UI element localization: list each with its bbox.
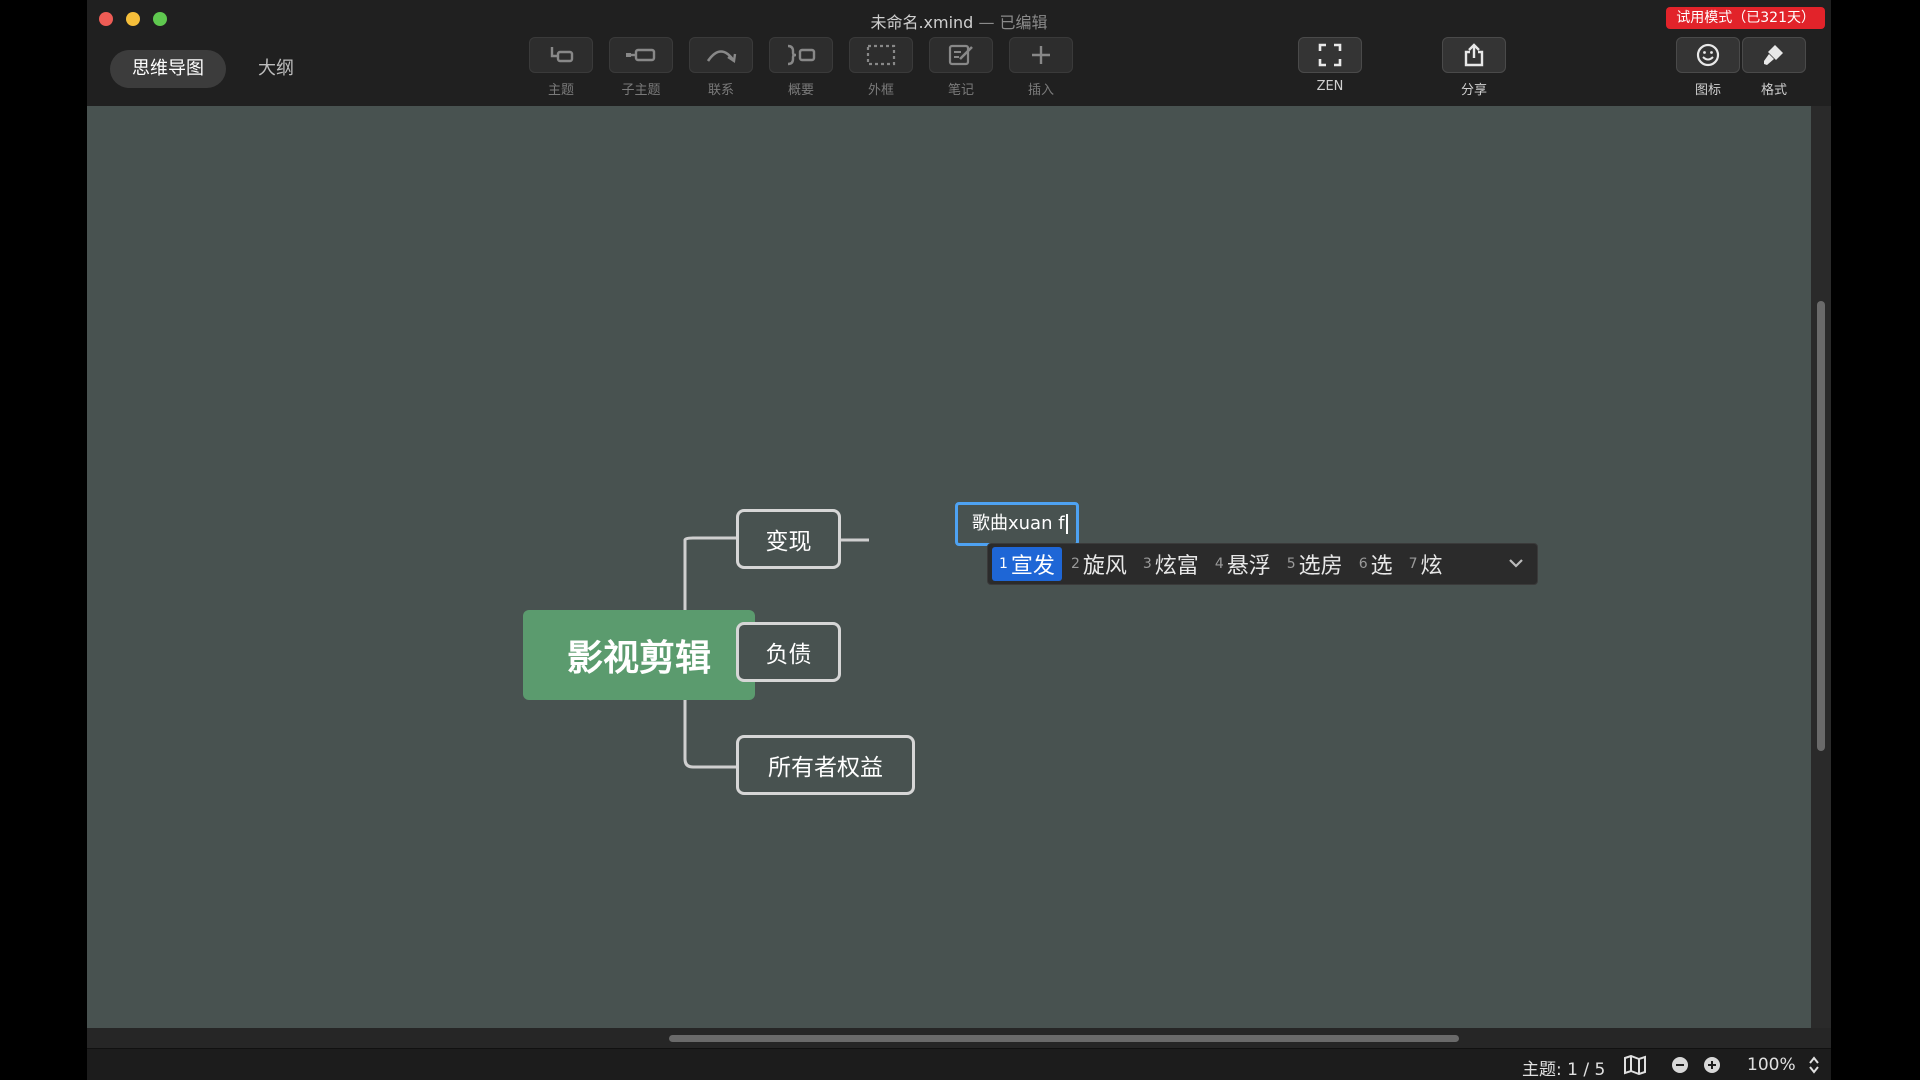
- relationship-icon: [706, 50, 737, 64]
- note-icon: [948, 44, 973, 66]
- topic-node[interactable]: 变现: [736, 509, 841, 569]
- zoom-out-icon[interactable]: [1671, 1056, 1689, 1074]
- zoom-stepper-icon[interactable]: [1807, 1055, 1821, 1075]
- boundary-tool[interactable]: 外框: [849, 37, 913, 98]
- insert-tool[interactable]: 插入: [1009, 37, 1073, 98]
- summary-bracket-icon: [787, 44, 816, 66]
- view-switcher: 思维导图 大纲: [110, 50, 316, 88]
- relationship-tool[interactable]: 联系: [689, 37, 753, 98]
- chevron-down-icon[interactable]: [1507, 554, 1525, 572]
- icon-panel-label: 图标: [1694, 83, 1721, 98]
- boundary-icon: [866, 44, 896, 66]
- vertical-scrollbar[interactable]: [1811, 106, 1831, 1028]
- boundary-tool-label: 外框: [867, 83, 894, 98]
- zen-tool[interactable]: ZEN: [1298, 37, 1362, 94]
- horizontal-scroll-thumb[interactable]: [669, 1035, 1459, 1042]
- book-map-icon[interactable]: [1623, 1055, 1647, 1075]
- brush-icon: [1764, 45, 1783, 65]
- status-bar: 主题: 1 / 5 100%: [87, 1048, 1831, 1080]
- icon-panel-tool[interactable]: 图标: [1676, 37, 1740, 98]
- tab-mindmap[interactable]: 思维导图: [110, 50, 226, 88]
- smiley-icon: [1696, 43, 1720, 67]
- edited-status: — 已编辑: [978, 13, 1048, 32]
- ime-candidate[interactable]: 4 悬浮: [1208, 547, 1278, 581]
- boundary-button[interactable]: [849, 37, 913, 73]
- ime-candidate[interactable]: 1 宣发: [992, 547, 1062, 581]
- titlebar: 未命名.xmind — 已编辑 试用模式（已321天） 思维导图 大纲 主题 子…: [87, 0, 1831, 107]
- topic-button[interactable]: [529, 37, 593, 73]
- zoom-level[interactable]: 100%: [1747, 1055, 1796, 1075]
- topic-node[interactable]: 负债: [736, 622, 841, 682]
- format-panel-label: 格式: [1760, 83, 1787, 98]
- note-tool[interactable]: 笔记: [929, 37, 993, 98]
- share-icon: [1464, 43, 1484, 67]
- connector-lines: [668, 536, 869, 769]
- share-tool[interactable]: 分享: [1442, 37, 1506, 98]
- relationship-button[interactable]: [689, 37, 753, 73]
- horizontal-scrollbar[interactable]: [87, 1028, 1831, 1048]
- share-button[interactable]: [1442, 37, 1506, 73]
- ime-candidate[interactable]: 5 选房: [1280, 547, 1350, 581]
- file-name: 未命名.xmind: [870, 13, 974, 32]
- topic-tool-label: 主题: [547, 83, 574, 98]
- zen-button[interactable]: [1298, 37, 1362, 73]
- topic-icon: [550, 47, 574, 63]
- ime-candidate[interactable]: 2 旋风: [1064, 547, 1134, 581]
- subtopic-icon: [626, 48, 656, 62]
- trial-mode-badge[interactable]: 试用模式（已321天）: [1666, 7, 1825, 29]
- mindmap-canvas[interactable]: [87, 106, 1811, 1028]
- topic-edit-field[interactable]: 歌曲xuan f: [955, 502, 1079, 546]
- topic-count: 主题: 1 / 5: [1522, 1060, 1606, 1080]
- vertical-scroll-thumb[interactable]: [1817, 301, 1825, 751]
- zoom-in-icon[interactable]: [1703, 1056, 1721, 1074]
- ime-candidate[interactable]: 6选: [1352, 547, 1400, 581]
- insert-tool-label: 插入: [1027, 83, 1054, 98]
- topic-node[interactable]: 所有者权益: [736, 735, 915, 795]
- app-window: 未命名.xmind — 已编辑 试用模式（已321天） 思维导图 大纲 主题 子…: [87, 0, 1831, 1080]
- share-tool-label: 分享: [1460, 83, 1487, 98]
- topic-edit-text: 歌曲xuan f: [972, 513, 1065, 534]
- subtopic-button[interactable]: [609, 37, 673, 73]
- plus-icon: [1032, 46, 1050, 64]
- summary-button[interactable]: [769, 37, 833, 73]
- note-button[interactable]: [929, 37, 993, 73]
- ime-candidate[interactable]: 7炫: [1402, 547, 1450, 581]
- zen-tool-label: ZEN: [1316, 79, 1344, 94]
- format-panel-button[interactable]: [1742, 37, 1806, 73]
- subtopic-tool-label: 子主题: [621, 83, 661, 98]
- ime-candidate[interactable]: 3 炫富: [1136, 547, 1206, 581]
- format-panel-tool[interactable]: 格式: [1742, 37, 1806, 98]
- text-caret: [1065, 514, 1068, 534]
- central-topic[interactable]: 影视剪辑: [523, 610, 755, 700]
- note-tool-label: 笔记: [947, 83, 974, 98]
- ime-candidate-bar: 1 宣发 2 旋风 3 炫富 4 悬浮 5 选房 6选 7炫: [987, 543, 1538, 585]
- relationship-tool-label: 联系: [707, 83, 734, 98]
- icon-panel-button[interactable]: [1676, 37, 1740, 73]
- insert-button[interactable]: [1009, 37, 1073, 73]
- fullscreen-icon: [1318, 43, 1342, 67]
- window-title: 未命名.xmind — 已编辑: [87, 9, 1831, 33]
- subtopic-tool[interactable]: 子主题: [609, 37, 673, 98]
- tab-outline[interactable]: 大纲: [236, 50, 316, 88]
- summary-tool[interactable]: 概要: [769, 37, 833, 98]
- summary-tool-label: 概要: [787, 83, 814, 98]
- topic-tool[interactable]: 主题: [529, 37, 593, 98]
